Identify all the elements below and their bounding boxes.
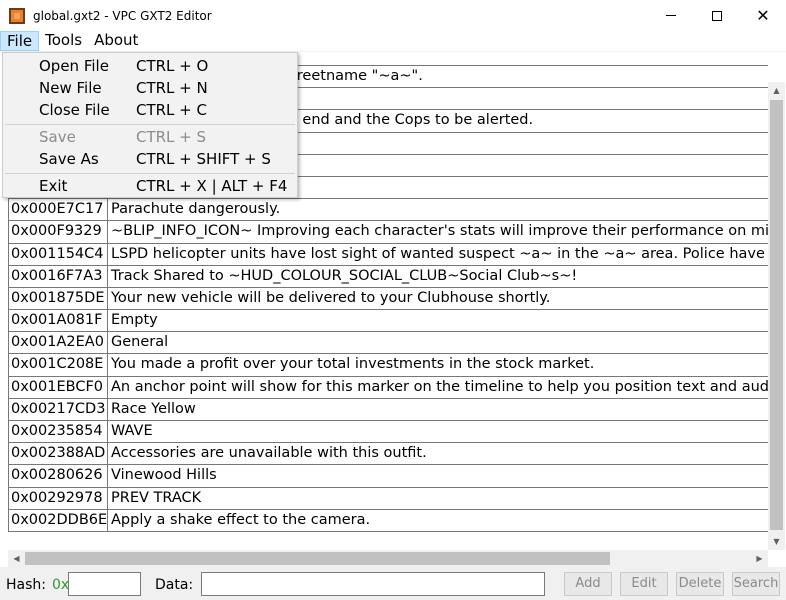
hash-cell[interactable]: 0x002DDB6E [8,509,108,531]
menu-file[interactable]: File [0,31,40,51]
table-row[interactable]: 0x001875DE Your new vehicle will be deliv… [8,287,768,311]
hash-cell[interactable]: 0x001154C4 [8,243,108,265]
text-cell[interactable]: PREV TRACK [108,488,768,509]
scroll-left-icon[interactable]: ◀ [8,550,25,567]
hash-cell[interactable]: 0x0016F7A3 [8,265,108,287]
text-cell[interactable]: You made a profit over your total invest… [108,354,768,375]
table-row[interactable]: 0x000E7C17 Parachute dangerously. [8,199,768,222]
menu-bar: File Tools About [0,31,786,51]
menu-exit[interactable]: Exit CTRL + X | ALT + F4 [3,175,297,197]
table-row[interactable]: 0x000F9329 ~BLIP_INFO_ICON~ Improving eac… [8,221,768,244]
scroll-right-icon[interactable]: ▶ [751,550,768,567]
table-row[interactable]: 0x001154C4 LSPD helicopter units have los… [8,243,768,266]
table-row[interactable]: 0x00292978 PREV TRACK [8,487,768,510]
search-button[interactable]: Search [732,572,780,596]
close-icon: ✕ [756,6,770,25]
table-row[interactable]: 0x001C208E You made a profit over your to… [8,354,768,377]
data-input[interactable] [201,572,545,596]
menu-save-as[interactable]: Save As CTRL + SHIFT + S [3,148,297,170]
maximize-icon [712,10,722,21]
hash-input[interactable] [68,572,141,596]
menu-close-file[interactable]: Close File CTRL + C [3,99,297,121]
table-row[interactable]: 0x001A081F Empty [8,310,768,333]
text-cell[interactable]: Vinewood Hills [108,465,768,486]
text-cell[interactable]: General [108,332,768,353]
text-cell[interactable]: Accessories are unavailable with this ou… [108,443,768,464]
scroll-up-icon[interactable]: ▲ [768,82,785,99]
title-bar: global.gxt2 - VPC GXT2 Editor ✕ [0,0,786,31]
hash-cell[interactable]: 0x00217CD3 [8,398,108,420]
hash-label: Hash: [6,577,46,593]
table-row[interactable]: 0x0016F7A3 Track Shared to ~HUD_COLOUR_SO… [8,265,768,288]
scroll-down-icon[interactable]: ▼ [768,533,785,550]
menu-open-file[interactable]: Open File CTRL + O [3,55,297,77]
table-row[interactable]: 0x002DDB6E Apply a shake effect to the ca… [8,509,768,532]
app-icon [9,7,25,24]
text-cell[interactable]: Your new vehicle will be delivered to yo… [108,288,768,309]
table-row[interactable]: 0x00235854 WAVE [8,421,768,444]
hash-cell[interactable]: 0x001A2EA0 [8,332,108,354]
hash-cell[interactable]: 0x00280626 [8,465,108,487]
close-button[interactable]: ✕ [740,0,786,31]
hash-cell[interactable]: 0x000F9329 [8,221,108,243]
text-cell[interactable]: Parachute dangerously. [108,199,768,220]
horizontal-scrollbar[interactable]: ◀ ▶ [8,550,768,567]
hash-cell[interactable]: 0x001875DE [8,287,108,310]
add-button[interactable]: Add [564,572,612,596]
minimize-button[interactable] [648,0,694,31]
file-menu-dropdown: Open File CTRL + O New File CTRL + N Clo… [2,52,298,198]
maximize-button[interactable] [694,0,740,31]
window-title: global.gxt2 - VPC GXT2 Editor [33,8,212,23]
hash-cell[interactable]: 0x001A081F [8,310,108,332]
vertical-scrollbar[interactable]: ▲ ▼ [768,82,785,550]
horizontal-scroll-thumb[interactable] [25,552,610,565]
text-cell[interactable]: Race Yellow [108,399,768,420]
text-cell[interactable]: ~BLIP_INFO_ICON~ Improving each characte… [108,221,768,242]
table-row[interactable]: 0x001A2EA0 General [8,332,768,355]
bottom-toolbar: Hash: 0x Data: Add Edit Delete Search [0,567,786,600]
minimize-icon [666,15,676,16]
hash-cell[interactable]: 0x001EBCF0 [8,376,108,398]
table-row[interactable]: 0x001EBCF0 An anchor point will show for … [8,376,768,399]
menu-separator [5,173,295,174]
hash-cell[interactable]: 0x002388AD [8,443,108,465]
edit-button[interactable]: Edit [620,572,668,596]
hash-cell[interactable]: 0x00292978 [8,487,108,509]
menu-about[interactable]: About [88,31,144,51]
vertical-scroll-thumb[interactable] [770,100,783,530]
hash-cell[interactable]: 0x00235854 [8,421,108,443]
text-cell[interactable]: Track Shared to ~HUD_COLOUR_SOCIAL_CLUB~… [108,266,768,287]
text-cell[interactable]: WAVE [108,421,768,442]
text-cell[interactable]: Empty [108,310,768,331]
text-cell[interactable]: LSPD helicopter units have lost sight of… [108,244,768,265]
menu-separator [5,124,295,125]
data-label: Data: [155,577,194,593]
menu-new-file[interactable]: New File CTRL + N [3,77,297,99]
menu-tools[interactable]: Tools [39,31,88,51]
text-cell[interactable]: An anchor point will show for this marke… [108,377,768,398]
hash-prefix: 0x [52,577,70,593]
delete-button[interactable]: Delete [676,572,724,596]
hash-cell[interactable]: 0x001C208E [8,354,108,376]
text-cell[interactable]: Apply a shake effect to the camera. [108,510,768,531]
hash-cell[interactable]: 0x000E7C17 [8,199,108,221]
table-row[interactable]: 0x00280626 Vinewood Hills [8,465,768,488]
menu-save: Save CTRL + S [39,128,207,146]
table-row[interactable]: 0x002388AD Accessories are unavailable wi… [8,443,768,466]
table-row[interactable]: 0x00217CD3 Race Yellow [8,398,768,421]
